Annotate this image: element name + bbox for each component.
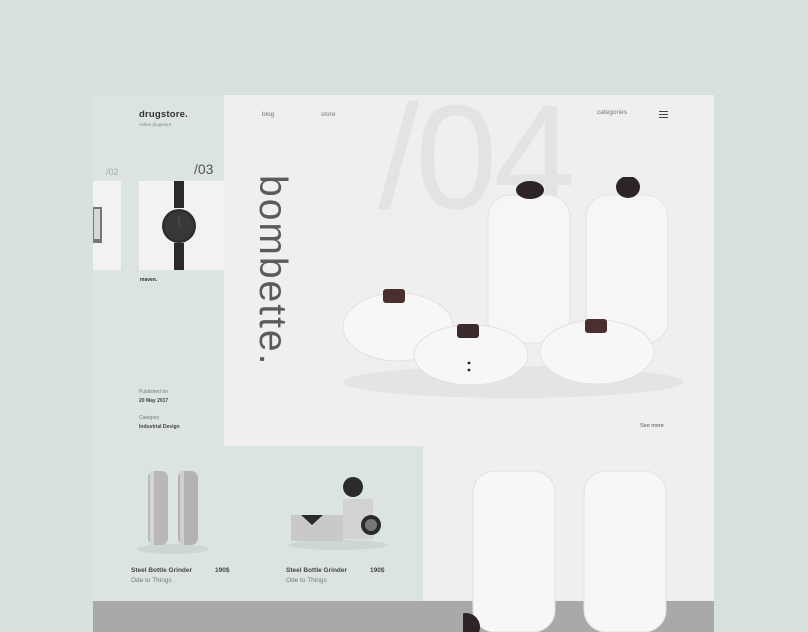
category-value[interactable]: Industrial Design xyxy=(139,424,180,430)
product-2-brand: Ode to Things xyxy=(286,577,327,584)
slide-current-number: /03 xyxy=(194,161,214,177)
published-value: 20 May 2017 xyxy=(139,398,169,404)
thumb-current-label: maven. xyxy=(140,277,158,283)
product-2-price: 190$ xyxy=(370,567,385,574)
thumb-current[interactable] xyxy=(139,181,224,270)
product-1-name[interactable]: Steel Bottle Grinder xyxy=(131,567,192,574)
nav-categories[interactable]: categories xyxy=(597,109,627,116)
nav-store[interactable]: store xyxy=(321,111,335,118)
page-card: /04 drugstore. online drugstore blog sto… xyxy=(93,95,714,632)
hero-image xyxy=(342,177,683,398)
product-1-price: 190$ xyxy=(215,567,230,574)
hero-title: bombette. xyxy=(251,175,294,367)
gallery-image xyxy=(463,470,667,632)
watch-image xyxy=(162,181,196,270)
category-label: Category xyxy=(139,415,160,421)
nav-blog[interactable]: blog xyxy=(262,111,274,118)
product-1-image[interactable] xyxy=(133,465,223,555)
slide-prev-number: /02 xyxy=(106,167,119,177)
product-2-image[interactable] xyxy=(283,473,393,553)
product-1-brand: Ode to Things xyxy=(131,577,172,584)
brand-name[interactable]: drugstore. xyxy=(139,109,188,120)
thumb-prev[interactable] xyxy=(93,181,121,270)
menu-icon[interactable] xyxy=(659,111,668,118)
brand-tagline: online drugstore xyxy=(139,122,172,127)
product-2-name[interactable]: Steel Bottle Grinder xyxy=(286,567,347,574)
see-more-link[interactable]: See more xyxy=(640,423,664,429)
brand[interactable]: drugstore. online drugstore xyxy=(139,109,188,127)
thumb-prev-image xyxy=(93,207,102,243)
published-label: Published on xyxy=(139,389,168,395)
